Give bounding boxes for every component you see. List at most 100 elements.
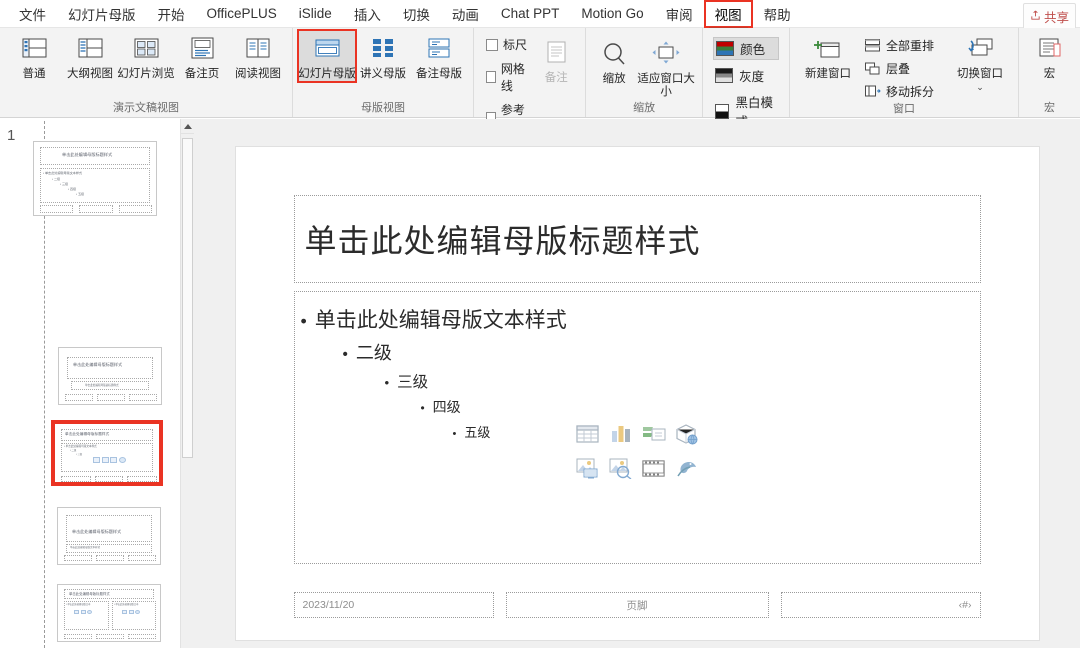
move-split-button[interactable]: 移动拆分 [864, 83, 934, 100]
fit-window-button[interactable]: 适应窗口大小 [636, 36, 696, 99]
outline-level-2: • 二级 [343, 339, 980, 365]
insert-chart-icon[interactable] [604, 419, 637, 449]
menu-item-file[interactable]: 文件 [8, 0, 57, 28]
menu-item-help[interactable]: 帮助 [753, 0, 802, 28]
view-button-slide-sorter[interactable]: 幻灯片浏览 [117, 31, 175, 81]
outline-level-4: • 四级 [421, 397, 980, 417]
notes-icon [540, 39, 572, 69]
chevron-down-icon[interactable]: ⌄ [976, 82, 984, 93]
menu-item-transitions[interactable]: 切换 [392, 0, 441, 28]
slide-number-placeholder[interactable]: ‹#› [780, 592, 981, 618]
thumbnail-layout-title-slide[interactable]: 单击此处编辑母版标题样式 单击此处编辑母版副标题样式 [58, 347, 162, 405]
outline-level-2-text: 二级 [355, 343, 392, 363]
show-button-notes[interactable]: 备注 [533, 35, 579, 85]
cascade-label: 层叠 [885, 62, 910, 76]
arrange-all-icon [864, 38, 881, 53]
insert-3d-model-icon[interactable] [670, 419, 703, 449]
color-swatch-icon [716, 41, 735, 56]
checkbox-gridlines-box[interactable] [486, 71, 496, 83]
menu-item-review[interactable]: 审阅 [655, 0, 704, 28]
outline-view-icon [74, 35, 106, 65]
color-option-color[interactable]: 颜色 [713, 37, 779, 60]
move-split-label: 移动拆分 [885, 85, 934, 99]
thumbnail-layout-two-content[interactable]: 单击此处编辑母版标题样式 • 单击此处编辑母版文本 • 单击此处编辑母版文本 [57, 584, 161, 642]
insert-smartart-icon[interactable] [637, 419, 670, 449]
switch-window-button[interactable]: 切换窗口 ⌄ [948, 31, 1012, 93]
view-button-reading-label: 阅读视图 [235, 68, 281, 80]
menu-item-insert[interactable]: 插入 [343, 0, 392, 28]
magnifier-icon [598, 40, 630, 70]
arrange-all-label: 全部重排 [885, 39, 934, 53]
slide-thumbnail-pane[interactable]: 1 单击此处编辑母版标题样式 • 单击此处编辑母版文本样式 • 二级 • 三级 … [0, 119, 180, 648]
menu-item-officeplus[interactable]: OfficePLUS [196, 2, 288, 25]
thumbnail-content-icon [101, 457, 109, 463]
thumbnail-title-text: 单击此处编辑母版标题样式 [72, 529, 122, 534]
view-button-notes-page-label: 备注页 [184, 68, 220, 80]
slide-number-placeholder-text: ‹#› [958, 599, 972, 611]
thumbnail-layout-section-header[interactable]: 单击此处编辑母版标题样式 单击此处编辑母版文本样式 [57, 507, 161, 565]
slide-canvas[interactable]: 单击此处编辑母版标题样式 • 单击此处编辑母版文本样式 • 二级 • 三级 • … [234, 146, 1040, 641]
scroll-up-arrow-icon[interactable] [181, 119, 194, 134]
footer-placeholder[interactable]: 页脚 [505, 592, 769, 618]
ribbon-group-master-views: 幻灯片母版 讲义母版 备注母版 母版视图 [292, 28, 473, 117]
checkbox-ruler-box[interactable] [486, 38, 498, 51]
date-placeholder[interactable]: 2023/11/20 [293, 592, 494, 618]
menu-item-islide[interactable]: iSlide [288, 2, 343, 25]
thumbnail-pane-scrollbar[interactable] [180, 119, 194, 648]
insert-stock-image-icon[interactable] [604, 453, 637, 483]
macro-button[interactable]: 宏 [1025, 31, 1074, 81]
new-window-button[interactable]: 新建窗口 [796, 31, 860, 81]
cascade-button[interactable]: 层叠 [864, 60, 934, 77]
footer-placeholder-text: 页脚 [626, 599, 648, 612]
thumbnail-content-icon [74, 610, 79, 614]
fit-window-icon [650, 40, 682, 70]
ribbon: 普通 大纲视图 幻灯片浏览 备注页 阅读视图 演示文稿视图 幻灯片母版 讲义母版… [0, 28, 1080, 150]
ribbon-group-label-macros: 宏 [1044, 102, 1055, 114]
checkbox-ruler[interactable]: 标尺 [486, 36, 529, 53]
insert-icons-icon[interactable] [670, 453, 703, 483]
thumbnail-connector [57, 536, 58, 537]
arrange-all-button[interactable]: 全部重排 [864, 37, 934, 54]
master-button-notes-master[interactable]: 备注母版 [411, 31, 467, 81]
share-icon [1030, 10, 1041, 24]
insert-table-icon[interactable] [571, 419, 604, 449]
color-option-grayscale-label: 灰度 [739, 70, 765, 84]
view-button-outline-label: 大纲视图 [67, 68, 113, 80]
show-button-notes-label: 备注 [544, 72, 568, 84]
menu-item-chat-ppt[interactable]: Chat PPT [490, 2, 571, 25]
insert-video-icon[interactable] [637, 453, 670, 483]
blackwhite-swatch-icon [715, 103, 730, 119]
menu-item-view[interactable]: 视图 [703, 0, 753, 29]
master-button-handout-master[interactable]: 讲义母版 [355, 31, 411, 81]
insert-picture-icon[interactable] [571, 453, 604, 483]
thumbnail-slide-master[interactable]: 单击此处编辑母版标题样式 • 单击此处编辑母版文本样式 • 二级 • 三级 • … [33, 141, 157, 216]
scrollbar-thumb[interactable] [182, 138, 193, 458]
share-button[interactable]: 共享 [1022, 3, 1076, 30]
view-button-notes-page[interactable]: 备注页 [174, 31, 230, 81]
thumbnail-layout-title-content[interactable]: 单击此处编辑母版标题样式 • 单击此处编辑母版文本样式 • 二级 • 三级 [52, 421, 162, 485]
view-button-normal[interactable]: 普通 [6, 31, 62, 81]
cascade-icon [864, 61, 881, 76]
view-button-reading[interactable]: 阅读视图 [230, 31, 286, 81]
color-option-list: 颜色 灰度 黑白模式 [709, 31, 783, 131]
thumbnail-content-icon [110, 457, 117, 463]
menu-item-animations[interactable]: 动画 [441, 0, 490, 28]
slide-editor-area: 单击此处编辑母版标题样式 • 单击此处编辑母版文本样式 • 二级 • 三级 • … [194, 119, 1080, 648]
menu-item-motion-go[interactable]: Motion Go [570, 2, 654, 25]
title-placeholder[interactable]: 单击此处编辑母版标题样式 [293, 195, 981, 283]
menu-item-slide-master[interactable]: 幻灯片母版 [57, 0, 147, 28]
share-label: 共享 [1043, 11, 1069, 25]
view-button-slide-sorter-label: 幻灯片浏览 [117, 68, 175, 80]
color-option-color-label: 颜色 [740, 43, 766, 57]
macro-icon [1034, 35, 1066, 65]
zoom-button[interactable]: 缩放 [592, 36, 636, 86]
menu-item-home[interactable]: 开始 [147, 0, 196, 28]
master-button-slide-master[interactable]: 幻灯片母版 [297, 29, 357, 83]
thumbnail-title-text: 单击此处编辑母版标题样式 [62, 152, 113, 157]
color-option-grayscale[interactable]: 灰度 [713, 65, 779, 86]
view-button-outline[interactable]: 大纲视图 [62, 31, 118, 81]
switch-window-button-label: 切换窗口 [957, 68, 1003, 80]
slide-master-icon [311, 35, 343, 65]
zoom-button-label: 缩放 [602, 73, 626, 85]
checkbox-gridlines[interactable]: 网格线 [486, 60, 529, 94]
